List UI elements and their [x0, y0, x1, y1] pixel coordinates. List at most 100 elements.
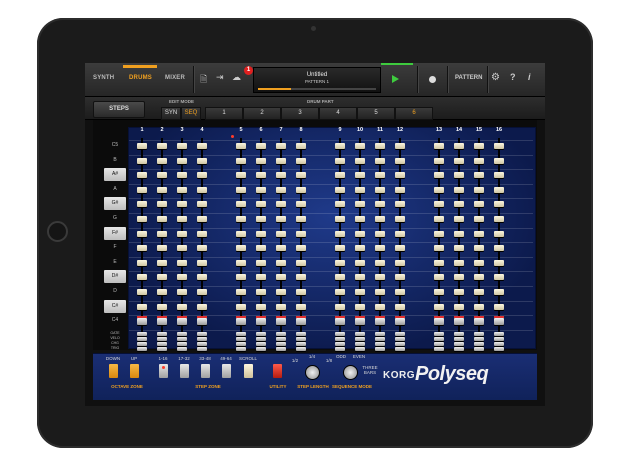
- step-note-cell[interactable]: [296, 259, 306, 266]
- drum-part-6[interactable]: 6: [395, 107, 433, 120]
- step-note-cell[interactable]: [434, 157, 444, 164]
- step-note-cell[interactable]: [494, 172, 504, 179]
- step-param-slider[interactable]: [454, 331, 464, 336]
- piano-key[interactable]: B: [104, 154, 126, 167]
- step-param-slider[interactable]: [454, 341, 464, 346]
- step-note-cell[interactable]: [434, 143, 444, 149]
- step-note-cell[interactable]: [395, 259, 405, 266]
- step-note-cell[interactable]: [137, 186, 147, 193]
- step-note-cell[interactable]: [474, 201, 484, 208]
- step-note-cell[interactable]: [355, 172, 365, 179]
- edit-mode-syn[interactable]: SYN: [161, 107, 181, 120]
- step-note-cell[interactable]: [236, 230, 246, 237]
- step-note-cell[interactable]: [375, 289, 385, 295]
- step-note-cell[interactable]: [197, 274, 207, 281]
- step-note-cell[interactable]: [454, 230, 464, 237]
- step-note-cell[interactable]: [335, 201, 345, 208]
- step-note-cell[interactable]: [177, 230, 187, 237]
- step-note-cell[interactable]: [296, 201, 306, 208]
- piano-key[interactable]: A: [104, 183, 126, 196]
- step-param-slider[interactable]: [197, 331, 207, 336]
- step-param-slider[interactable]: [137, 341, 147, 346]
- step-note-cell[interactable]: [434, 303, 444, 310]
- step-note-cell[interactable]: [395, 318, 405, 326]
- step-note-cell[interactable]: [256, 318, 266, 326]
- piano-key[interactable]: C4: [104, 314, 126, 327]
- steps-button[interactable]: STEPS: [93, 101, 145, 118]
- step-note-cell[interactable]: [276, 186, 286, 193]
- step-note-cell[interactable]: [355, 143, 365, 149]
- info-button[interactable]: i: [528, 72, 531, 82]
- step-note-cell[interactable]: [177, 201, 187, 208]
- step-note-cell[interactable]: [137, 143, 147, 149]
- step-note-cell[interactable]: [355, 216, 365, 222]
- step-note-cell[interactable]: [434, 274, 444, 281]
- step-note-cell[interactable]: [276, 303, 286, 310]
- step-param-slider[interactable]: [395, 331, 405, 336]
- step-note-cell[interactable]: [434, 230, 444, 237]
- step-param-slider[interactable]: [256, 341, 266, 346]
- step-note-cell[interactable]: [276, 289, 286, 295]
- step-note-cell[interactable]: [335, 172, 345, 179]
- step-param-slider[interactable]: [276, 331, 286, 336]
- step-note-cell[interactable]: [157, 201, 167, 208]
- step-note-cell[interactable]: [375, 259, 385, 266]
- step-param-slider[interactable]: [197, 346, 207, 351]
- step-param-slider[interactable]: [434, 346, 444, 351]
- step-param-slider[interactable]: [335, 336, 345, 341]
- step-note-cell[interactable]: [256, 157, 266, 164]
- step-note-cell[interactable]: [137, 289, 147, 295]
- step-note-cell[interactable]: [454, 303, 464, 310]
- step-note-cell[interactable]: [197, 216, 207, 222]
- step-note-cell[interactable]: [434, 289, 444, 295]
- record-button[interactable]: [429, 76, 436, 83]
- step-param-slider[interactable]: [335, 346, 345, 351]
- step-note-cell[interactable]: [197, 303, 207, 310]
- step-note-cell[interactable]: [494, 230, 504, 237]
- step-note-cell[interactable]: [137, 245, 147, 252]
- step-note-cell[interactable]: [157, 318, 167, 326]
- step-note-cell[interactable]: [454, 186, 464, 193]
- step-note-cell[interactable]: [177, 303, 187, 310]
- step-param-slider[interactable]: [177, 346, 187, 351]
- step-note-cell[interactable]: [236, 303, 246, 310]
- step-note-cell[interactable]: [197, 201, 207, 208]
- step-note-cell[interactable]: [236, 157, 246, 164]
- step-note-cell[interactable]: [256, 303, 266, 310]
- step-param-slider[interactable]: [375, 336, 385, 341]
- step-note-cell[interactable]: [276, 274, 286, 281]
- step-note-cell[interactable]: [296, 274, 306, 281]
- step-note-cell[interactable]: [454, 259, 464, 266]
- step-note-cell[interactable]: [197, 186, 207, 193]
- step-param-slider[interactable]: [157, 341, 167, 346]
- step-note-cell[interactable]: [256, 143, 266, 149]
- step-note-cell[interactable]: [157, 303, 167, 310]
- step-note-cell[interactable]: [474, 157, 484, 164]
- step-note-cell[interactable]: [474, 143, 484, 149]
- step-zone-2-button[interactable]: [180, 364, 189, 378]
- step-note-cell[interactable]: [454, 216, 464, 222]
- step-note-cell[interactable]: [474, 274, 484, 281]
- step-note-cell[interactable]: [157, 274, 167, 281]
- home-button[interactable]: [47, 221, 68, 242]
- step-note-cell[interactable]: [177, 216, 187, 222]
- step-note-cell[interactable]: [296, 172, 306, 179]
- step-note-cell[interactable]: [256, 216, 266, 222]
- step-param-slider[interactable]: [355, 341, 365, 346]
- step-note-cell[interactable]: [474, 318, 484, 326]
- piano-key[interactable]: F#: [104, 226, 126, 240]
- step-note-cell[interactable]: [434, 201, 444, 208]
- step-note-cell[interactable]: [296, 230, 306, 237]
- document-icon[interactable]: 🗎: [200, 72, 207, 88]
- scroll-button[interactable]: [244, 364, 253, 378]
- step-param-slider[interactable]: [335, 341, 345, 346]
- step-param-slider[interactable]: [395, 341, 405, 346]
- step-note-cell[interactable]: [375, 172, 385, 179]
- step-note-cell[interactable]: [236, 289, 246, 295]
- step-note-cell[interactable]: [256, 230, 266, 237]
- step-param-slider[interactable]: [296, 331, 306, 336]
- step-zone-1-button[interactable]: [159, 364, 168, 378]
- step-param-slider[interactable]: [375, 341, 385, 346]
- step-note-cell[interactable]: [335, 216, 345, 222]
- step-note-cell[interactable]: [236, 143, 246, 149]
